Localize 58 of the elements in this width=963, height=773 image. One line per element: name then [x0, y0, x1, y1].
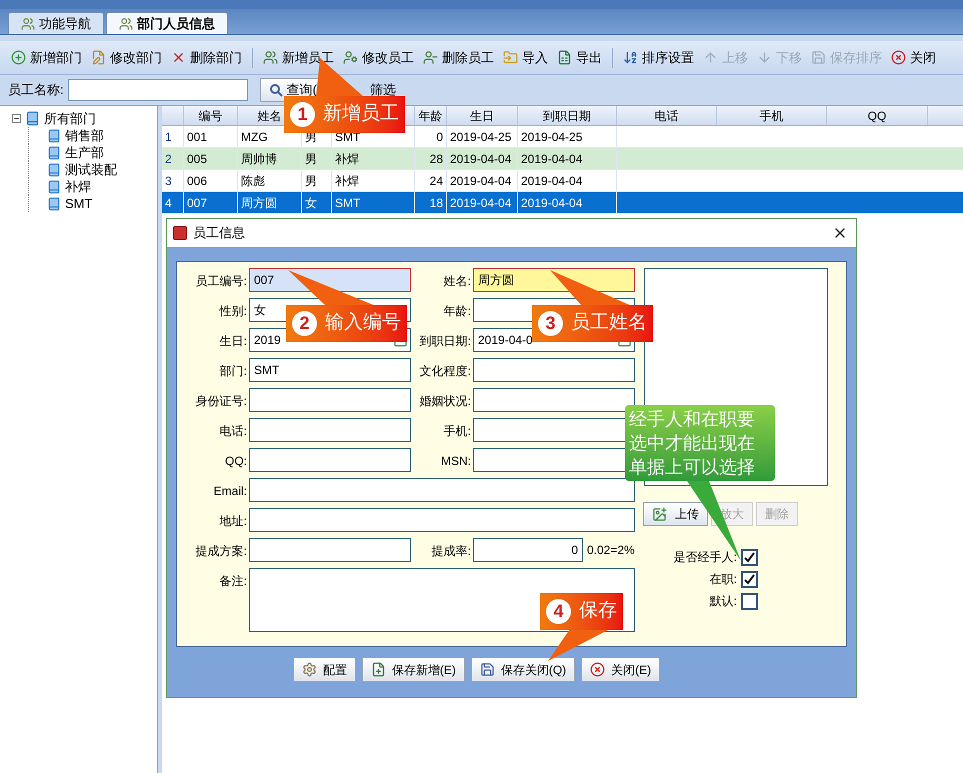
table-cell-text: 陈彪: [241, 172, 265, 190]
field-label: 婚姻状况:: [420, 393, 471, 410]
table-cell-text: 女: [305, 194, 317, 212]
checkbox-label: 默认:: [710, 593, 737, 610]
field-label: 部门:: [220, 363, 247, 380]
table-cell-text: 周方圆: [241, 194, 277, 212]
table-cell-text: 2019-04-25: [450, 128, 512, 146]
table-cell-text: MZG: [241, 128, 268, 146]
table-cell-text: SMT: [335, 194, 360, 212]
field-label: 员工编号:: [196, 273, 247, 290]
field-label: 文化程度:: [420, 363, 471, 380]
filter-label: 筛选: [370, 81, 396, 100]
field-label: 年龄:: [444, 303, 471, 320]
dialog-title: 员工信息: [193, 224, 245, 242]
field-label: 手机:: [444, 423, 471, 440]
table-cell-text: 2019-04-04: [521, 172, 582, 190]
table-cell-text: 男: [305, 150, 317, 168]
table-cell-text: 0: [436, 128, 443, 146]
table-cell-text: 2019-04-04: [521, 194, 582, 212]
table-cell-text: 2019-04-04: [450, 194, 512, 212]
table-cell-text: 001: [187, 128, 208, 146]
hint-text: 0.02=2%: [587, 542, 635, 559]
table-cell-text: 2: [165, 150, 172, 168]
checkbox-label: 是否经手人:: [674, 549, 737, 566]
table-cell-text: 005: [187, 150, 208, 168]
table-cell-text: 4: [165, 194, 172, 212]
field-label: 提成方案:: [196, 543, 247, 560]
table-cell-text: 1: [165, 128, 172, 146]
field-label: QQ:: [224, 453, 247, 470]
field-label: 员工名称:: [8, 81, 64, 100]
step-tooltip: 2 输入编号: [286, 268, 404, 342]
field-label: 地址:: [220, 513, 247, 530]
table-cell-text: 28: [430, 150, 443, 168]
field-label: 身份证号:: [196, 393, 247, 410]
field-label: MSN:: [441, 453, 471, 470]
table-cell-text: 补焊: [335, 150, 359, 168]
table-cell-text: 18: [430, 194, 443, 212]
field-label: 性别:: [220, 303, 247, 320]
table-cell-text: 3: [165, 172, 172, 190]
checkbox-label: 在职:: [710, 571, 737, 588]
table-cell-text: SMT: [335, 128, 360, 146]
field-label: 生日:: [220, 333, 247, 350]
table-cell-text: 2019-04-04: [450, 150, 512, 168]
table-cell-text: 2019-04-04: [450, 172, 512, 190]
table-cell-text: 006: [187, 172, 208, 190]
table-cell-text: 男: [305, 172, 317, 190]
field-label: 到职日期:: [420, 333, 471, 350]
field-label: 提成率:: [432, 543, 471, 560]
table-cell-text: 24: [430, 172, 443, 190]
table-cell-text: 2019-04-04: [521, 150, 582, 168]
table-cell-text: 2019-04-25: [521, 128, 582, 146]
field-label: 姓名:: [444, 273, 471, 290]
table-cell-text: 007: [187, 194, 208, 212]
field-label: Email:: [214, 483, 247, 500]
table-cell-text: 周帅博: [241, 150, 277, 168]
field-label: 备注:: [220, 573, 247, 590]
table-cell-text: 补焊: [335, 172, 359, 190]
field-label: 电话:: [220, 423, 247, 440]
